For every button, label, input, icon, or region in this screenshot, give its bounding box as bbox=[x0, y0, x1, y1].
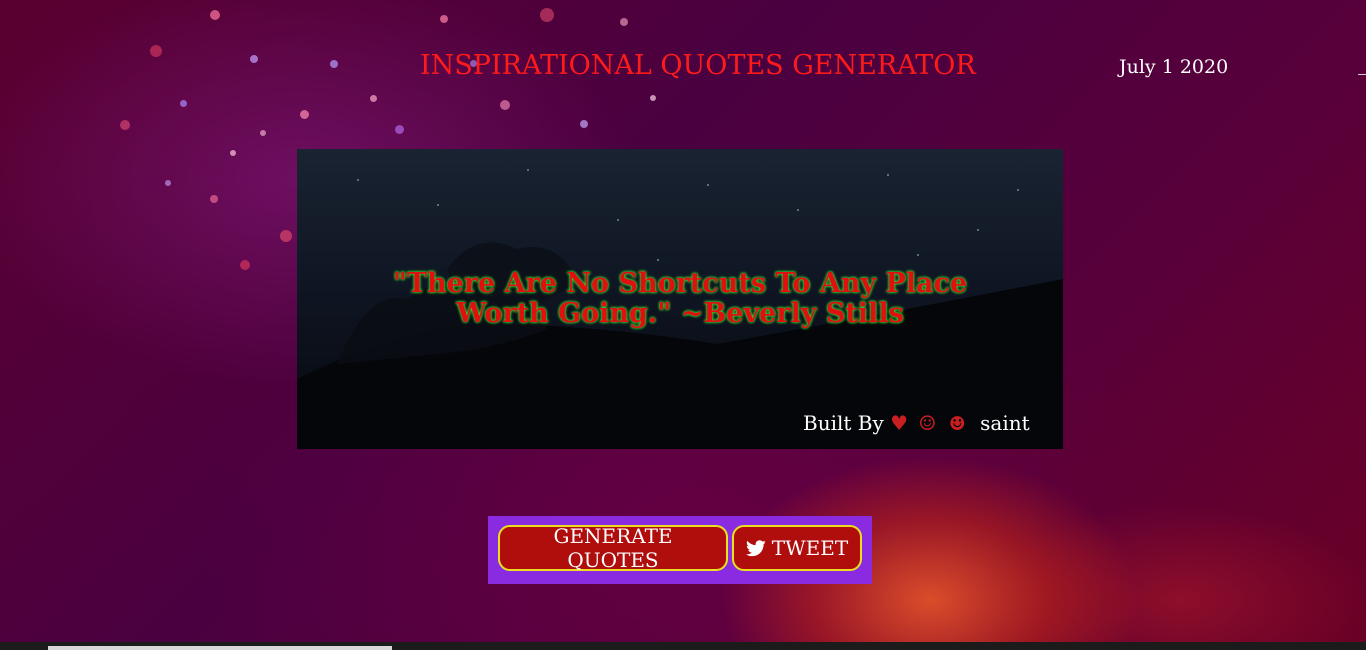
quote-text: "There Are No Shortcuts To Any Place Wor… bbox=[392, 268, 968, 329]
star bbox=[977, 229, 979, 231]
action-bar: GENERATE QUOTES TWEET bbox=[488, 516, 872, 584]
sparkle bbox=[330, 60, 338, 68]
sparkle bbox=[260, 130, 266, 136]
sparkle bbox=[395, 125, 404, 134]
star bbox=[1017, 189, 1019, 191]
star bbox=[617, 219, 619, 221]
sparkle bbox=[180, 100, 187, 107]
sparkle bbox=[300, 110, 309, 119]
built-by-label: Built By bbox=[803, 411, 884, 435]
bottom-scrollbar[interactable] bbox=[0, 642, 1366, 650]
sparkle bbox=[230, 150, 236, 156]
star bbox=[707, 184, 709, 186]
sparkle bbox=[210, 195, 218, 203]
sparkle bbox=[120, 120, 130, 130]
built-by-credit: Built By ♥ ☺ ☻ saint bbox=[803, 411, 1030, 435]
tweet-label: TWEET bbox=[771, 536, 849, 560]
window-edge-mark bbox=[1358, 74, 1366, 75]
generate-quotes-label: GENERATE QUOTES bbox=[553, 524, 673, 572]
star bbox=[437, 204, 439, 206]
sparkle bbox=[280, 230, 292, 242]
quote-panel: "There Are No Shortcuts To Any Place Wor… bbox=[297, 149, 1063, 449]
sparkle bbox=[440, 15, 448, 23]
sparkle bbox=[165, 180, 171, 186]
generate-quotes-button[interactable]: GENERATE QUOTES bbox=[498, 524, 728, 572]
sparkle bbox=[620, 18, 628, 26]
sparkle bbox=[370, 95, 377, 102]
sparkle bbox=[580, 120, 588, 128]
tweet-button[interactable]: TWEET bbox=[732, 525, 862, 571]
sparkle bbox=[240, 260, 250, 270]
sparkle bbox=[210, 10, 220, 20]
star bbox=[357, 179, 359, 181]
star bbox=[887, 174, 889, 176]
smile-solid-icon: ☻ bbox=[948, 413, 966, 435]
sparkle bbox=[150, 45, 162, 57]
star bbox=[527, 169, 529, 171]
scrollbar-thumb[interactable] bbox=[48, 646, 392, 650]
author-name: saint bbox=[980, 411, 1030, 435]
page-title: INSPIRATIONAL QUOTES GENERATOR bbox=[420, 50, 976, 81]
sparkle bbox=[540, 8, 554, 22]
heart-icon: ♥ bbox=[890, 411, 909, 435]
star bbox=[657, 259, 659, 261]
sparkle bbox=[250, 55, 258, 63]
date-label: July 1 2020 bbox=[1119, 56, 1229, 78]
twitter-bird-icon bbox=[745, 539, 766, 556]
sparkle bbox=[500, 100, 510, 110]
star bbox=[917, 254, 919, 256]
sparkle bbox=[650, 95, 656, 101]
star bbox=[797, 209, 799, 211]
smile-icon: ☺ bbox=[918, 411, 937, 435]
